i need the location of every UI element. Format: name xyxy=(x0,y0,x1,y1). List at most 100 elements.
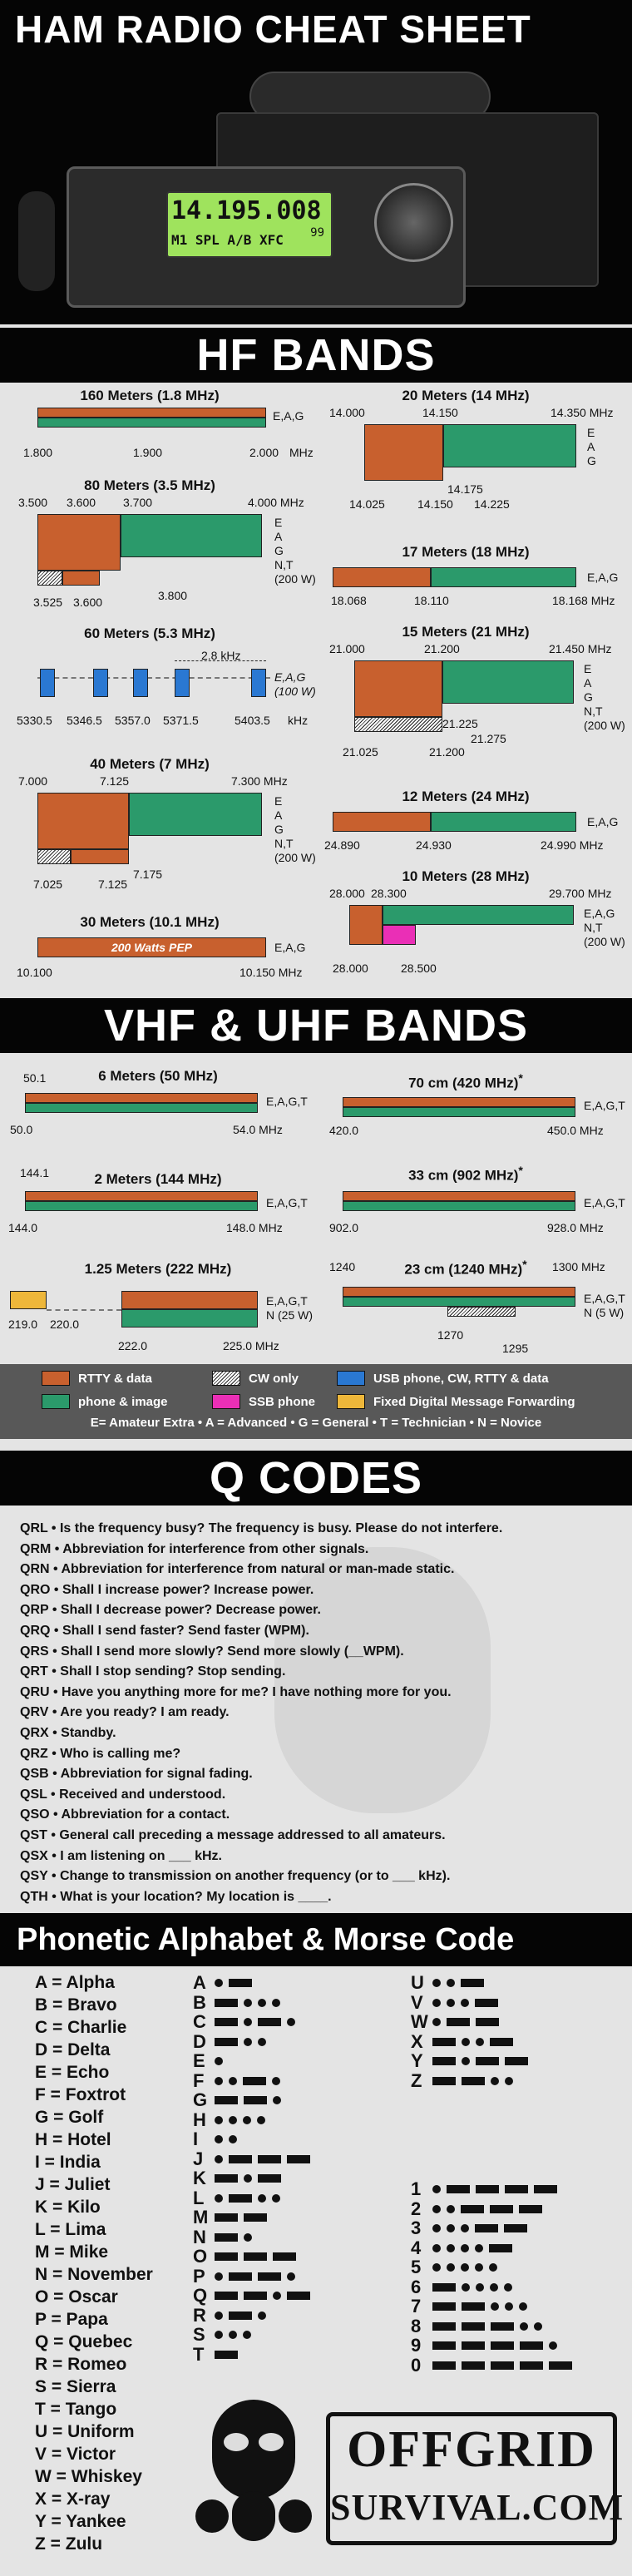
morse-dash xyxy=(520,2361,543,2370)
morse-dot xyxy=(287,2272,295,2281)
band-30m: 30 Meters (10.1 MHz) 200 Watts PEP E,A,G… xyxy=(17,911,316,986)
tick: 10.150 MHz xyxy=(239,966,303,979)
morse-item: F xyxy=(193,2070,286,2091)
morse-dot xyxy=(258,2193,266,2203)
morse-dot xyxy=(244,2174,252,2183)
q-code-item: QSX • I am listening on ___ kHz. xyxy=(20,1848,222,1863)
morse-dot xyxy=(490,2282,498,2292)
phonetic-item: L = Lima xyxy=(35,2220,106,2239)
morse-letter: D xyxy=(193,2030,206,2052)
band-modes: E,A,G,T N (25 W) xyxy=(266,1294,313,1322)
morse-dot xyxy=(244,2018,252,2026)
morse-item: D xyxy=(193,2030,272,2052)
morse-dot xyxy=(432,2243,441,2252)
tick: 1.900 xyxy=(133,446,163,459)
morse-dash xyxy=(505,2185,528,2193)
q-code-item: QSL • Received and understood. xyxy=(20,1787,226,1802)
morse-letter: K xyxy=(193,2168,206,2188)
tick: 144.0 xyxy=(8,1221,38,1234)
morse-item: N xyxy=(193,2227,258,2247)
tick: 50.1 xyxy=(23,1071,47,1085)
morse-dot xyxy=(447,1998,455,2007)
morse-item: 7 xyxy=(411,2297,533,2316)
tuning-knob xyxy=(374,183,453,262)
band-segment xyxy=(121,514,262,557)
band-title: 40 Meters (7 MHz) xyxy=(90,756,210,772)
morse-dot xyxy=(447,2263,455,2272)
morse-dot xyxy=(462,2057,470,2065)
morse-item: A xyxy=(193,1973,258,1993)
morse-dash xyxy=(519,2204,542,2213)
morse-dot xyxy=(215,2154,223,2163)
morse-dot xyxy=(215,1979,223,1987)
tick: 219.0 xyxy=(8,1318,38,1331)
morse-dash xyxy=(490,2204,513,2213)
phonetic-item: Q = Quebec xyxy=(35,2332,133,2351)
morse-letter: 2 xyxy=(411,2198,422,2219)
band-modes: E A G N,T (200 W) xyxy=(274,516,316,586)
band-note-star: * xyxy=(518,1072,523,1085)
tick: 928.0 MHz xyxy=(547,1221,604,1234)
tick: 10.100 xyxy=(17,966,52,979)
band-segment xyxy=(443,424,576,467)
band-segment xyxy=(37,408,266,418)
band-title-text: 33 cm (902 MHz) xyxy=(408,1167,519,1184)
morse-dash xyxy=(287,2292,310,2300)
tick: 7.175 xyxy=(133,868,163,881)
morse-dot xyxy=(215,2311,223,2320)
license-key: E= Amateur Extra • A = Advanced • G = Ge… xyxy=(90,1416,542,1430)
band-segment xyxy=(343,1201,575,1211)
morse-letter: T xyxy=(193,2343,205,2365)
band-23cm: 23 cm (1240 MHz)* 1240 1300 MHz E,A,G,T … xyxy=(324,1252,632,1360)
morse-item: P xyxy=(193,2266,301,2287)
channel-block xyxy=(175,669,190,697)
morse-letter: 0 xyxy=(411,2354,422,2376)
q-code-item: QRL • Is the frequency busy? The frequen… xyxy=(20,1521,503,1535)
morse-letter: 7 xyxy=(411,2296,422,2316)
phonetic-item: N = November xyxy=(35,2265,153,2284)
band-segment xyxy=(37,849,71,864)
phonetic-item: B = Bravo xyxy=(35,1995,117,2015)
offgrid-logo: OFFGRID SURVIVAL.COM xyxy=(326,2412,625,2545)
phonetic-item: W = Whiskey xyxy=(35,2467,142,2486)
morse-dot xyxy=(475,2263,483,2272)
phonetic-item: T = Tango xyxy=(35,2400,117,2419)
morse-item: O xyxy=(193,2247,302,2267)
q-code-item: QRX • Standby. xyxy=(20,1726,116,1740)
legend-item: SSB phone xyxy=(212,1394,315,1409)
morse-dash xyxy=(215,2292,238,2300)
morse-dash xyxy=(229,2193,252,2203)
morse-letter: J xyxy=(193,2148,204,2169)
morse-letter: O xyxy=(193,2246,208,2267)
morse-dot xyxy=(520,2321,528,2331)
morse-letter: C xyxy=(193,2011,206,2032)
morse-dot xyxy=(272,2076,280,2085)
band-modes: E,A,G,T N (5 W) xyxy=(584,1292,625,1319)
morse-dash xyxy=(258,2154,281,2163)
tick: 7.125 xyxy=(98,878,128,891)
band-title: 160 Meters (1.8 MHz) xyxy=(80,388,220,403)
morse-item: 0 xyxy=(411,2354,578,2376)
morse-item: S xyxy=(193,2325,257,2345)
morse-dash xyxy=(491,2341,514,2350)
morse-dot xyxy=(491,2302,499,2311)
morse-dot xyxy=(447,2204,455,2213)
band-segment xyxy=(37,418,266,428)
band-125m: 1.25 Meters (222 MHz) E,A,G,T N (25 W) 2… xyxy=(8,1258,316,1366)
tick: 3.500 xyxy=(18,496,48,509)
morse-dash xyxy=(549,2361,572,2370)
morse-dot xyxy=(504,2282,512,2292)
morse-dot xyxy=(215,2331,223,2339)
q-code-item: QRP • Shall I decrease power? Decrease p… xyxy=(20,1603,321,1618)
tick: 3.525 xyxy=(33,596,63,609)
morse-item: Q xyxy=(193,2286,316,2306)
morse-item: U xyxy=(411,1973,490,1993)
logo-line2: SURVIVAL.COM xyxy=(330,2487,625,2528)
band-modes: E,A,G xyxy=(273,409,304,423)
morse-item: 1 xyxy=(411,2179,563,2199)
tick: 7.025 xyxy=(33,878,63,891)
morse-dash xyxy=(215,2037,238,2046)
morse-dash xyxy=(258,2018,281,2026)
morse-dot xyxy=(215,2076,223,2085)
band-segment xyxy=(343,1287,575,1297)
